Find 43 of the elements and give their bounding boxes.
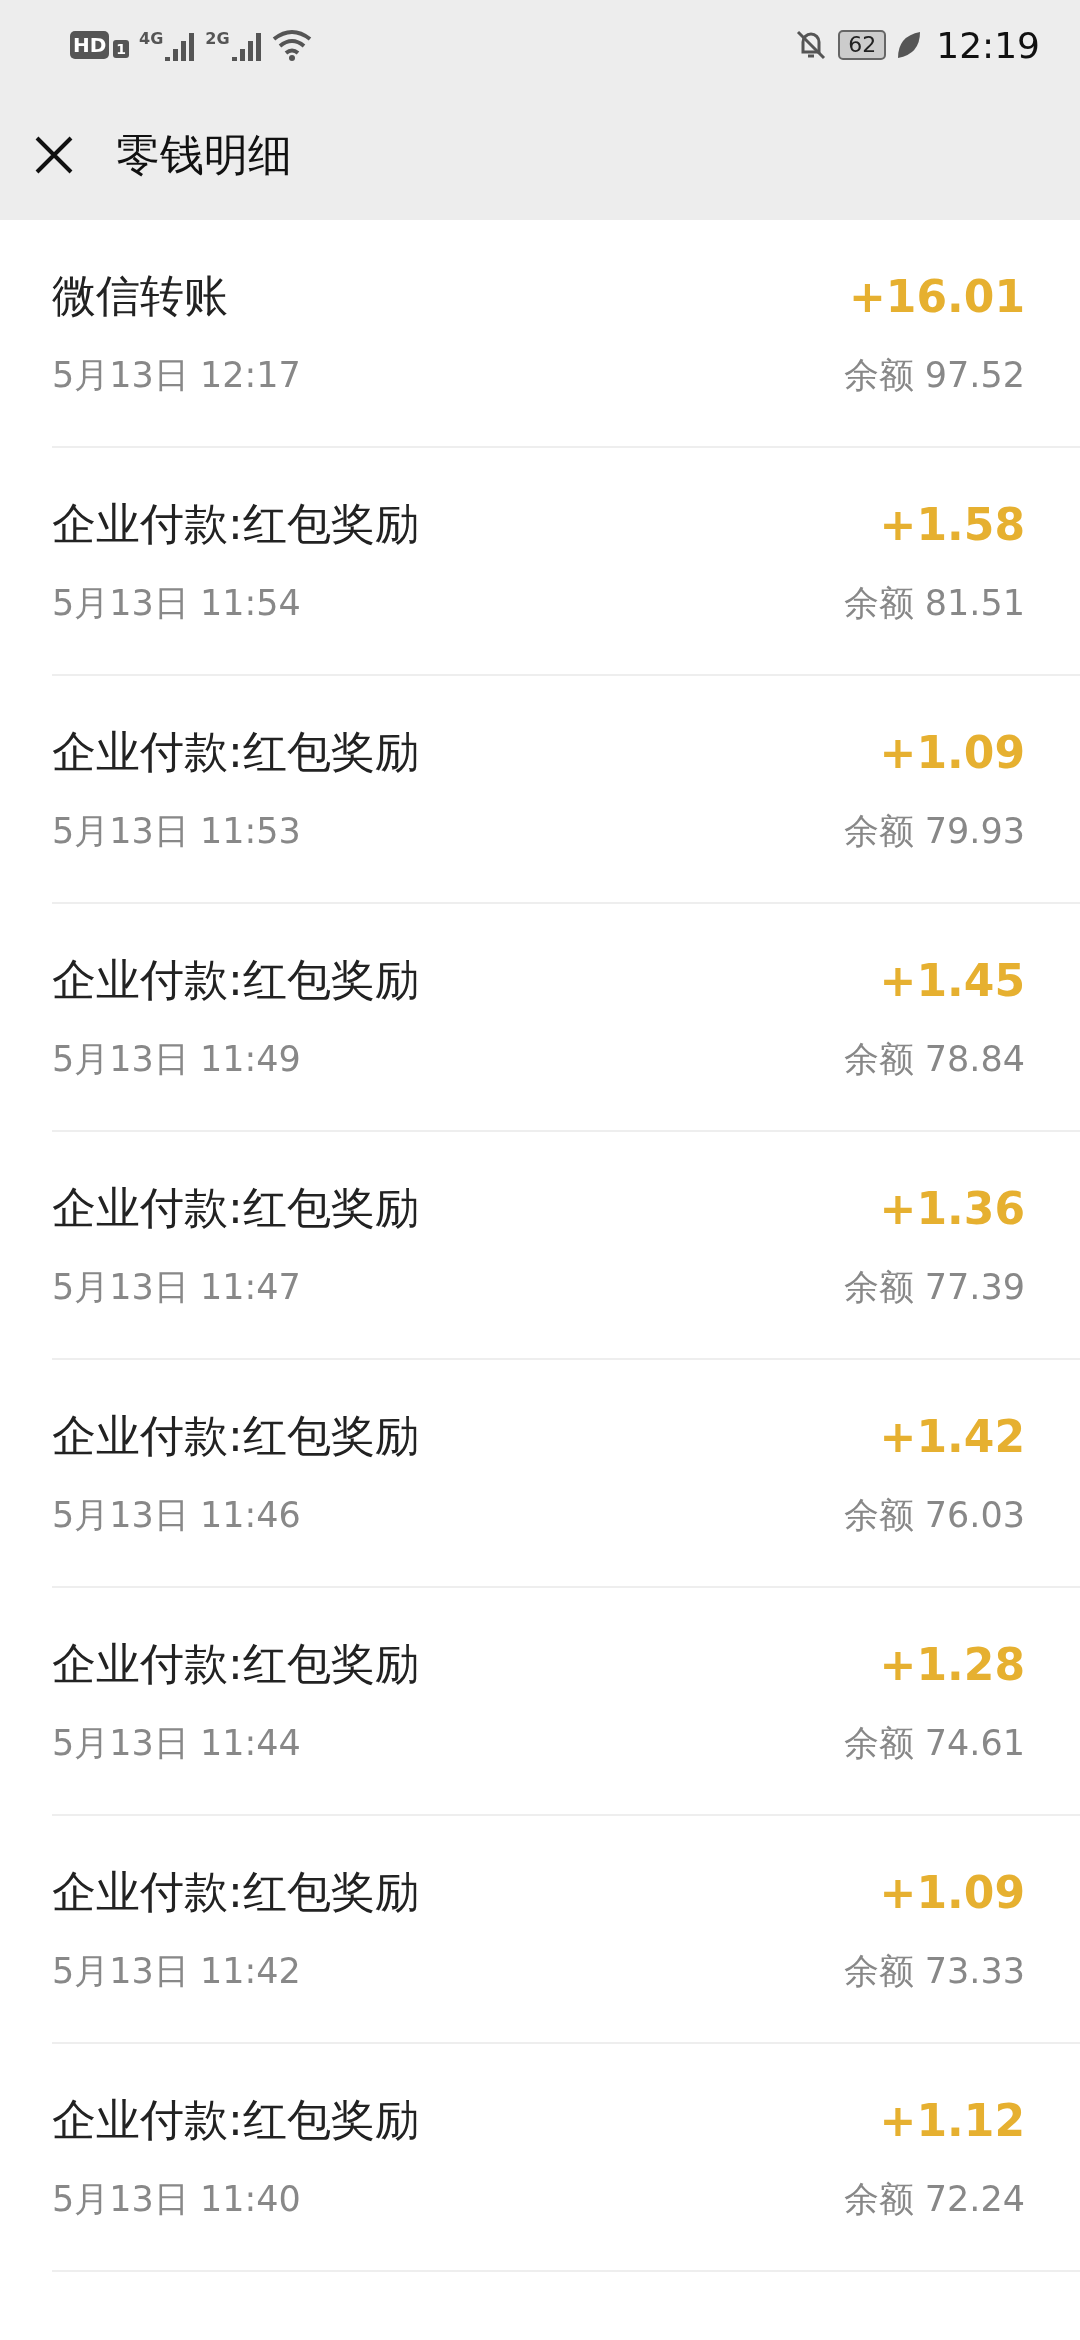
- balance-text: 余额 77.39: [843, 1266, 1025, 1309]
- transaction-time: 5月13日 11:47: [52, 1266, 301, 1309]
- balance-text: 余额 73.33: [843, 1950, 1025, 1993]
- transaction-time: 5月13日 11:53: [52, 810, 301, 853]
- transaction-amount: +1.45: [879, 955, 1025, 1006]
- balance-text: 余额 76.03: [843, 1494, 1025, 1537]
- transaction-title: 企业付款:红包奖励: [52, 725, 419, 779]
- balance-text: 余额 72.24: [843, 2178, 1025, 2221]
- transaction-time: 5月13日 11:42: [52, 1950, 301, 1993]
- transaction-time: 5月13日 11:49: [52, 1038, 301, 1081]
- transaction-time: 5月13日 11:44: [52, 1722, 301, 1765]
- leaf-icon: [896, 30, 923, 60]
- transaction-amount: +16.01: [848, 271, 1025, 322]
- balance-text: 余额 78.84: [843, 1038, 1025, 1081]
- transaction-amount: +1.09: [879, 727, 1025, 778]
- transaction-amount: +1.36: [879, 1183, 1025, 1234]
- balance-text: 余额 97.52: [843, 354, 1025, 397]
- balance-text: 余额 74.61: [843, 1722, 1025, 1765]
- transaction-time: 5月13日 11:46: [52, 1494, 301, 1537]
- transaction-title: 企业付款:红包奖励: [52, 497, 419, 551]
- transaction-title: 企业付款:红包奖励: [52, 1637, 419, 1691]
- transaction-time: 5月13日 11:54: [52, 582, 301, 625]
- transaction-title: 微信转账: [52, 269, 228, 323]
- transaction-title: 企业付款:红包奖励: [52, 1865, 419, 1919]
- transaction-time: 5月13日 12:17: [52, 354, 301, 397]
- wifi-icon: [271, 29, 312, 61]
- transaction-amount: +1.28: [879, 1639, 1025, 1690]
- transaction-amount: +1.42: [879, 1411, 1025, 1462]
- transaction-title: 企业付款:红包奖励: [52, 1409, 419, 1463]
- hd-badge: HD: [70, 31, 110, 59]
- clock-time: 12:19: [936, 24, 1040, 66]
- page-title: 零钱明细: [116, 127, 292, 182]
- transaction-title: 企业付款:红包奖励: [52, 953, 419, 1007]
- transaction-title: 企业付款:红包奖励: [52, 1181, 419, 1235]
- balance-text: 余额 81.51: [843, 582, 1025, 625]
- balance-text: 余额 79.93: [843, 810, 1025, 853]
- transaction-amount: +1.12: [879, 2095, 1025, 2146]
- transaction-time: 5月13日 11:40: [52, 2178, 301, 2221]
- transaction-amount: +1.58: [879, 499, 1025, 550]
- sim-badge: 1: [113, 40, 130, 58]
- battery-level: 62: [838, 30, 887, 60]
- transaction-amount: +1.09: [879, 1867, 1025, 1918]
- transaction-title: 企业付款:红包奖励: [52, 2093, 419, 2147]
